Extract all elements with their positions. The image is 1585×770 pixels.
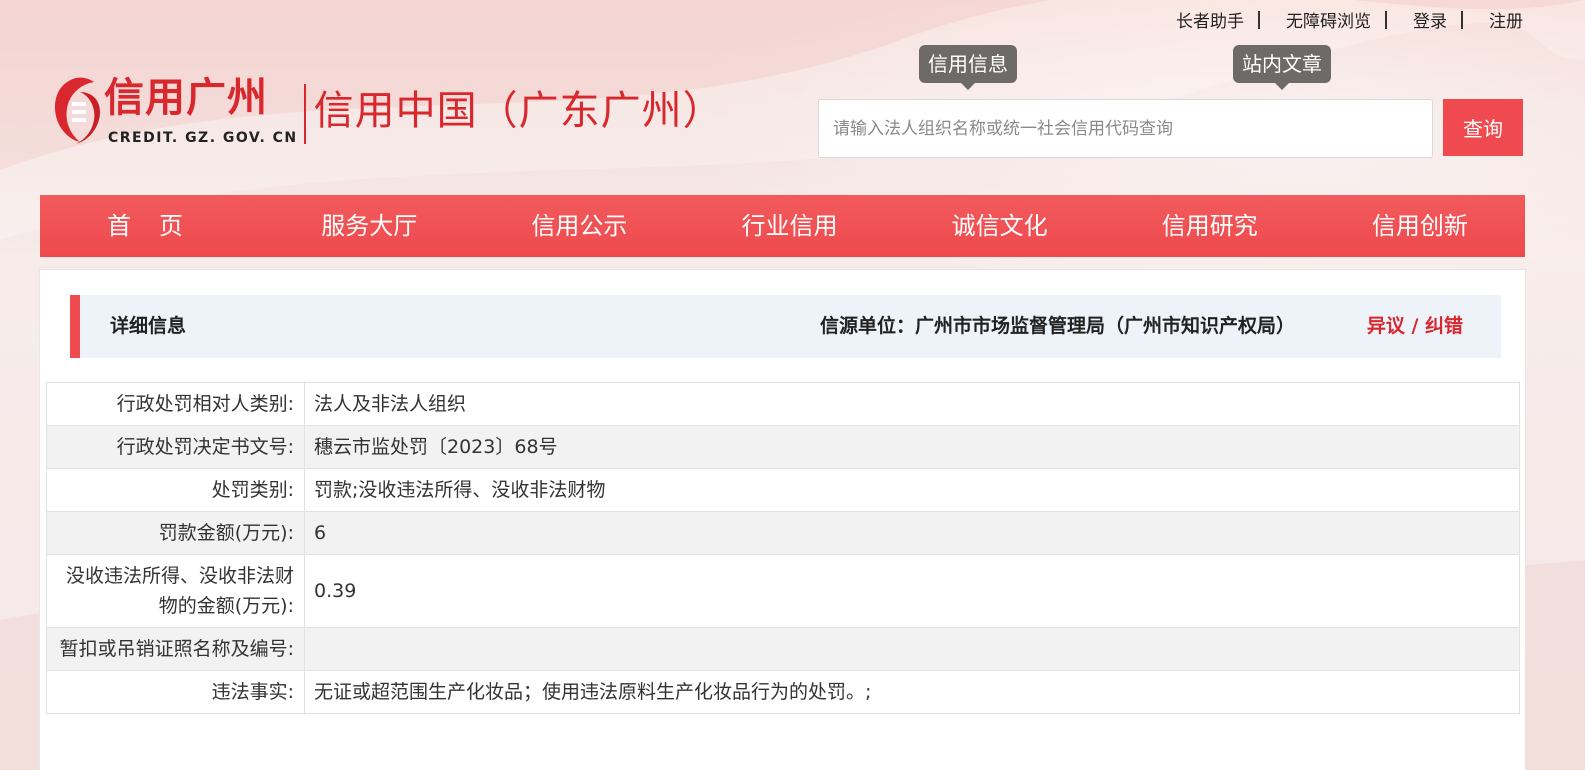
nav-item-credit-research[interactable]: 信用研究 (1105, 195, 1315, 257)
logo-emblem-icon (50, 74, 102, 146)
row-value (304, 627, 1520, 671)
nav-item-credit-publicity[interactable]: 信用公示 (474, 195, 684, 257)
logo-cn-text: 信用广州 (104, 75, 268, 121)
table-row: 没收违法所得、没收非法财物的金额(万元): 0.39 (46, 554, 1520, 628)
separator (1385, 10, 1387, 29)
top-utility-links: 长者助手 无障碍浏览 登录 注册 (1176, 7, 1523, 32)
search-button[interactable]: 查询 (1443, 99, 1523, 156)
row-value: 无证或超范围生产化妆品；使用违法原料生产化妆品行为的处罚。; (304, 670, 1520, 714)
detail-title: 详细信息 (110, 315, 187, 337)
detail-header: 详细信息 信源单位：广州市市场监督管理局（广州市知识产权局） 异议 / 纠错 (70, 295, 1501, 358)
search-tab-site-articles[interactable]: 站内文章 (1233, 45, 1331, 90)
row-value: 6 (304, 511, 1520, 555)
elder-assistant-link[interactable]: 长者助手 (1176, 7, 1244, 32)
logo-en-text: CREDIT. GZ. GOV. CN (108, 130, 298, 146)
table-row: 违法事实: 无证或超范围生产化妆品；使用违法原料生产化妆品行为的处罚。; (46, 670, 1520, 714)
search-tab-credit-info[interactable]: 信用信息 (919, 45, 1017, 90)
nav-item-integrity-culture[interactable]: 诚信文化 (895, 195, 1105, 257)
row-label: 罚款金额(万元): (46, 511, 305, 555)
register-link[interactable]: 注册 (1489, 7, 1523, 32)
page: 长者助手 无障碍浏览 登录 注册 信用广州 CREDIT. GZ. GOV. C… (0, 0, 1585, 770)
row-value: 罚款;没收违法所得、没收非法财物 (304, 468, 1520, 512)
nav-item-credit-innovation[interactable]: 信用创新 (1315, 195, 1525, 257)
table-row: 暂扣或吊销证照名称及编号: (46, 627, 1520, 671)
penalty-info-table: 行政处罚相对人类别: 法人及非法人组织 行政处罚决定书文号: 穗云市监处罚〔20… (46, 382, 1520, 714)
separator (1461, 10, 1463, 29)
detail-content: 详细信息 信源单位：广州市市场监督管理局（广州市知识产权局） 异议 / 纠错 行… (39, 269, 1526, 770)
logo-divider (303, 84, 306, 144)
search-input[interactable] (818, 99, 1433, 158)
nav-item-home[interactable]: 首页 (40, 195, 264, 257)
row-label: 违法事实: (46, 670, 305, 714)
objection-correction-link[interactable]: 异议 / 纠错 (1367, 295, 1463, 358)
row-label: 暂扣或吊销证照名称及编号: (46, 627, 305, 671)
row-label: 处罚类别: (46, 468, 305, 512)
table-row: 行政处罚相对人类别: 法人及非法人组织 (46, 382, 1520, 426)
table-row: 处罚类别: 罚款;没收违法所得、没收非法财物 (46, 468, 1520, 512)
row-value: 法人及非法人组织 (304, 382, 1520, 426)
nav-item-service-hall[interactable]: 服务大厅 (264, 195, 474, 257)
table-row: 罚款金额(万元): 6 (46, 511, 1520, 555)
separator (1258, 10, 1260, 29)
nav-item-industry-credit[interactable]: 行业信用 (684, 195, 894, 257)
row-value: 穗云市监处罚〔2023〕68号 (304, 425, 1520, 469)
logo-text: 信用广州 CREDIT. GZ. GOV. CN (104, 74, 298, 146)
logo-subtitle: 信用中国（广东广州） (313, 88, 724, 134)
accessibility-link[interactable]: 无障碍浏览 (1286, 7, 1371, 32)
source-unit: 信源单位：广州市市场监督管理局（广州市知识产权局） (819, 315, 1295, 337)
row-label: 行政处罚决定书文号: (46, 425, 305, 469)
login-link[interactable]: 登录 (1413, 7, 1447, 32)
main-nav: 首页 服务大厅 信用公示 行业信用 诚信文化 信用研究 信用创新 (40, 195, 1525, 257)
table-row: 行政处罚决定书文号: 穗云市监处罚〔2023〕68号 (46, 425, 1520, 469)
row-value: 0.39 (304, 554, 1520, 628)
row-label: 没收违法所得、没收非法财物的金额(万元): (46, 554, 305, 628)
site-logo[interactable]: 信用广州 CREDIT. GZ. GOV. CN 信用中国（广东广州） (50, 74, 724, 160)
row-label: 行政处罚相对人类别: (46, 382, 305, 426)
